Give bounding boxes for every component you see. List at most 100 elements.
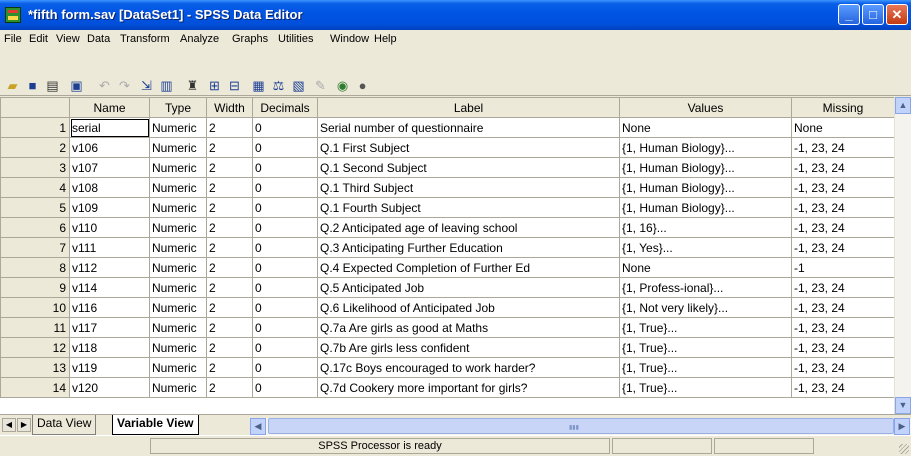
scroll-down-icon[interactable]: ▼ bbox=[895, 397, 911, 414]
find-icon[interactable]: ♜ bbox=[184, 77, 201, 94]
cell-type[interactable]: Numeric bbox=[149, 357, 207, 378]
cell-label[interactable]: Q.1 First Subject bbox=[317, 137, 620, 158]
redo-icon[interactable]: ↷ bbox=[116, 77, 133, 94]
cell-name[interactable]: v112 bbox=[69, 257, 150, 278]
cell-name[interactable]: serial bbox=[69, 117, 150, 138]
cell-decimals[interactable]: 0 bbox=[252, 177, 318, 198]
cell-width[interactable]: 2 bbox=[206, 297, 253, 318]
cell-width[interactable]: 2 bbox=[206, 137, 253, 158]
cell-name[interactable]: v108 bbox=[69, 177, 150, 198]
cell-values[interactable]: None bbox=[619, 257, 792, 278]
cell-decimals[interactable]: 0 bbox=[252, 277, 318, 298]
open-icon[interactable]: ▰ bbox=[4, 77, 21, 94]
corner-cell[interactable] bbox=[0, 97, 70, 118]
cell-name[interactable]: v111 bbox=[69, 237, 150, 258]
cell-name[interactable]: v107 bbox=[69, 157, 150, 178]
cell-type[interactable]: Numeric bbox=[149, 277, 207, 298]
cell-missing[interactable]: -1 bbox=[791, 257, 895, 278]
col-header-decimals[interactable]: Decimals bbox=[252, 97, 318, 118]
cell-name[interactable]: v119 bbox=[69, 357, 150, 378]
split-file-icon[interactable]: ▦ bbox=[250, 77, 267, 94]
cell-width[interactable]: 2 bbox=[206, 277, 253, 298]
cell-type[interactable]: Numeric bbox=[149, 157, 207, 178]
cell-width[interactable]: 2 bbox=[206, 217, 253, 238]
tab-variable-view[interactable]: Variable View bbox=[112, 415, 199, 435]
cell-decimals[interactable]: 0 bbox=[252, 357, 318, 378]
row-number[interactable]: 12 bbox=[0, 337, 70, 358]
cell-width[interactable]: 2 bbox=[206, 157, 253, 178]
tab-next-icon[interactable]: ▶ bbox=[17, 418, 31, 432]
row-number[interactable]: 1 bbox=[0, 117, 70, 138]
row-number[interactable]: 10 bbox=[0, 297, 70, 318]
tab-prev-icon[interactable]: ◀ bbox=[2, 418, 16, 432]
dialog-recall-icon[interactable]: ▣ bbox=[68, 77, 85, 94]
col-header-width[interactable]: Width bbox=[206, 97, 253, 118]
title-bar[interactable]: *fifth form.sav [DataSet1] - SPSS Data E… bbox=[0, 0, 911, 30]
cell-values[interactable]: {1, Human Biology}... bbox=[619, 137, 792, 158]
cell-decimals[interactable]: 0 bbox=[252, 117, 318, 138]
cell-missing[interactable]: -1, 23, 24 bbox=[791, 337, 895, 358]
select-cases-icon[interactable]: ▧ bbox=[290, 77, 307, 94]
cell-label[interactable]: Q.2 Anticipated age of leaving school bbox=[317, 217, 620, 238]
cell-decimals[interactable]: 0 bbox=[252, 157, 318, 178]
cell-width[interactable]: 2 bbox=[206, 257, 253, 278]
row-number[interactable]: 5 bbox=[0, 197, 70, 218]
cell-label[interactable]: Q.6 Likelihood of Anticipated Job bbox=[317, 297, 620, 318]
row-number[interactable]: 7 bbox=[0, 237, 70, 258]
cell-decimals[interactable]: 0 bbox=[252, 137, 318, 158]
cell-width[interactable]: 2 bbox=[206, 117, 253, 138]
cell-type[interactable]: Numeric bbox=[149, 317, 207, 338]
insert-variable-icon[interactable]: ⊟ bbox=[226, 77, 243, 94]
row-number[interactable]: 2 bbox=[0, 137, 70, 158]
cell-label[interactable]: Q.1 Third Subject bbox=[317, 177, 620, 198]
weight-cases-icon[interactable]: ⚖ bbox=[270, 77, 287, 94]
cell-values[interactable]: {1, Human Biology}... bbox=[619, 177, 792, 198]
row-number[interactable]: 4 bbox=[0, 177, 70, 198]
menu-graphs[interactable]: Graphs bbox=[232, 33, 268, 45]
cell-missing[interactable]: -1, 23, 24 bbox=[791, 237, 895, 258]
close-button[interactable]: ✕ bbox=[886, 4, 908, 25]
cell-values[interactable]: {1, True}... bbox=[619, 357, 792, 378]
cell-name[interactable]: v109 bbox=[69, 197, 150, 218]
row-number[interactable]: 8 bbox=[0, 257, 70, 278]
cell-name[interactable]: v110 bbox=[69, 217, 150, 238]
cell-name[interactable]: v118 bbox=[69, 337, 150, 358]
save-icon[interactable]: ■ bbox=[24, 77, 41, 94]
maximize-button[interactable]: □ bbox=[862, 4, 884, 25]
cell-values[interactable]: None bbox=[619, 117, 792, 138]
variables-icon[interactable]: ▥ bbox=[158, 77, 175, 94]
col-header-type[interactable]: Type bbox=[149, 97, 207, 118]
tab-data-view[interactable]: Data View bbox=[32, 415, 97, 435]
cell-type[interactable]: Numeric bbox=[149, 197, 207, 218]
cell-type[interactable]: Numeric bbox=[149, 377, 207, 398]
cell-missing[interactable]: -1, 23, 24 bbox=[791, 377, 895, 398]
cell-missing[interactable]: -1, 23, 24 bbox=[791, 137, 895, 158]
resize-grip-icon[interactable] bbox=[899, 444, 909, 454]
insert-cases-icon[interactable]: ⊞ bbox=[206, 77, 223, 94]
cell-decimals[interactable]: 0 bbox=[252, 197, 318, 218]
cell-width[interactable]: 2 bbox=[206, 197, 253, 218]
cell-width[interactable]: 2 bbox=[206, 337, 253, 358]
cell-label[interactable]: Q.7d Cookery more important for girls? bbox=[317, 377, 620, 398]
cell-decimals[interactable]: 0 bbox=[252, 237, 318, 258]
cell-width[interactable]: 2 bbox=[206, 357, 253, 378]
menu-view[interactable]: View bbox=[56, 33, 80, 45]
cell-type[interactable]: Numeric bbox=[149, 117, 207, 138]
cell-values[interactable]: {1, True}... bbox=[619, 377, 792, 398]
cell-missing[interactable]: None bbox=[791, 117, 895, 138]
cell-values[interactable]: {1, True}... bbox=[619, 337, 792, 358]
undo-icon[interactable]: ↶ bbox=[96, 77, 113, 94]
cell-decimals[interactable]: 0 bbox=[252, 337, 318, 358]
spss-app-icon[interactable] bbox=[5, 7, 21, 23]
menu-file[interactable]: File bbox=[4, 33, 22, 45]
cell-width[interactable]: 2 bbox=[206, 237, 253, 258]
cell-name[interactable]: v117 bbox=[69, 317, 150, 338]
row-number[interactable]: 6 bbox=[0, 217, 70, 238]
cell-missing[interactable]: -1, 23, 24 bbox=[791, 177, 895, 198]
value-labels-icon[interactable]: ✎ bbox=[312, 77, 329, 94]
cell-type[interactable]: Numeric bbox=[149, 297, 207, 318]
cell-decimals[interactable]: 0 bbox=[252, 317, 318, 338]
cell-width[interactable]: 2 bbox=[206, 317, 253, 338]
cell-values[interactable]: {1, 16}... bbox=[619, 217, 792, 238]
minimize-button[interactable]: _ bbox=[838, 4, 860, 25]
